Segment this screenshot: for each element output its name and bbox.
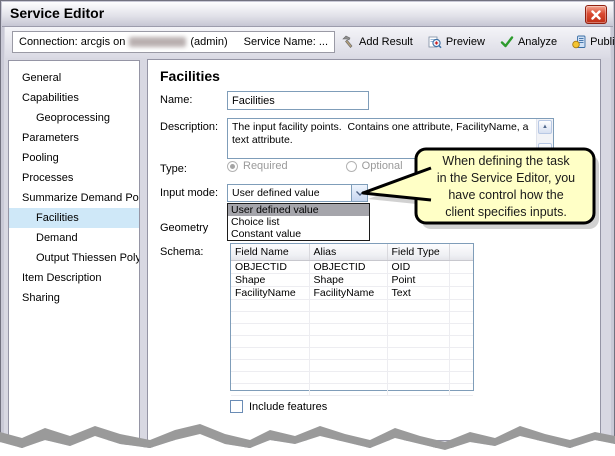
- magnifier-plus-icon: [428, 35, 442, 49]
- schema-col-field-name[interactable]: Field Name: [231, 244, 309, 260]
- description-textarea[interactable]: The input facility points. Contains one …: [227, 118, 554, 159]
- schema-table: Field Name Alias Field Type OBJECTID OBJ…: [230, 243, 474, 391]
- table-row-empty: [231, 347, 473, 359]
- close-icon: [591, 10, 601, 20]
- radio-required[interactable]: Required: [227, 160, 288, 172]
- cell-field-type: OID: [387, 260, 449, 273]
- publish-icon: [572, 35, 586, 49]
- table-row[interactable]: FacilityName FacilityName Text: [231, 286, 473, 299]
- connection-suffix: (admin): [190, 36, 227, 48]
- radio-optional-icon: [346, 161, 357, 172]
- hammer-icon: [341, 35, 355, 49]
- scroll-down-button[interactable]: ▼: [538, 143, 552, 157]
- sidebar-item-parameters[interactable]: Parameters: [9, 128, 139, 148]
- radio-optional-label: Optional: [362, 160, 403, 172]
- screenshot-stage: Service Editor Connection: arcgis on (ad…: [0, 0, 615, 456]
- schema-col-extra: [449, 244, 473, 260]
- schema-field-label: Schema:: [160, 246, 203, 258]
- table-row-empty: [231, 359, 473, 371]
- input-mode-dropdown-list: User defined value Choice list Constant …: [227, 203, 370, 241]
- add-result-label: Add Result: [359, 36, 413, 48]
- sidebar-item-sharing[interactable]: Sharing: [9, 288, 139, 308]
- include-features-row: Include features: [230, 400, 327, 413]
- dropdown-option-user-defined-value[interactable]: User defined value: [228, 204, 369, 216]
- sidebar-item-general[interactable]: General: [9, 68, 139, 88]
- cell-field-type: Text: [387, 286, 449, 299]
- radio-required-icon: [227, 161, 238, 172]
- title-bar: Service Editor: [2, 2, 613, 27]
- sidebar-item-output-thiessen-polygons[interactable]: Output Thiessen Polygons: [9, 248, 139, 268]
- sidebar-item-capabilities[interactable]: Capabilities: [9, 88, 139, 108]
- input-mode-value: User defined value: [232, 187, 320, 199]
- green-check-icon: [500, 36, 514, 48]
- table-row-empty: [231, 323, 473, 335]
- cell-alias: Shape: [309, 273, 387, 286]
- cell-field-name: FacilityName: [231, 286, 309, 299]
- sidebar-item-summarize-demand-points[interactable]: Summarize Demand Points By: [9, 188, 139, 208]
- toolbar-buttons: Add Result Preview: [341, 31, 606, 53]
- table-row-empty: [231, 383, 473, 395]
- include-features-label: Include features: [249, 401, 327, 413]
- cell-field-name: OBJECTID: [231, 260, 309, 273]
- table-row-empty: [231, 335, 473, 347]
- schema-col-field-type[interactable]: Field Type: [387, 244, 449, 260]
- service-editor-window: Service Editor Connection: arcgis on (ad…: [0, 0, 615, 448]
- type-field-label: Type:: [160, 163, 187, 175]
- radio-optional[interactable]: Optional: [346, 160, 403, 172]
- analyze-label: Analyze: [518, 36, 557, 48]
- scroll-up-button[interactable]: ▲: [538, 120, 552, 134]
- window-title: Service Editor: [10, 5, 104, 21]
- table-row-empty: [231, 371, 473, 383]
- name-field-label: Name:: [160, 94, 192, 106]
- sidebar-item-geoprocessing[interactable]: Geoprocessing: [9, 108, 139, 128]
- analyze-button[interactable]: Analyze: [500, 36, 557, 48]
- table-row-empty: [231, 299, 473, 311]
- description-text: The input facility points. Contains one …: [232, 121, 534, 156]
- connection-label: Connection: arcgis on: [19, 36, 125, 48]
- radio-required-label: Required: [243, 160, 288, 172]
- sidebar-item-pooling[interactable]: Pooling: [9, 148, 139, 168]
- connection-info-box: Connection: arcgis on (admin) Service Na…: [12, 31, 335, 53]
- cell-alias: FacilityName: [309, 286, 387, 299]
- sidebar-item-processes[interactable]: Processes: [9, 168, 139, 188]
- publish-button[interactable]: Publish: [572, 35, 615, 49]
- table-row[interactable]: OBJECTID OBJECTID OID: [231, 260, 473, 273]
- redacted-server-name: [129, 37, 186, 47]
- input-mode-select[interactable]: User defined value: [227, 184, 368, 202]
- dropdown-button[interactable]: [351, 185, 367, 201]
- sidebar-item-item-description[interactable]: Item Description: [9, 268, 139, 288]
- dropdown-option-choice-list[interactable]: Choice list: [228, 216, 369, 228]
- sidebar-item-demand[interactable]: Demand: [9, 228, 139, 248]
- table-row-empty: [231, 311, 473, 323]
- description-field-label: Description:: [160, 121, 218, 133]
- input-mode-field-label: Input mode:: [160, 187, 218, 199]
- dropdown-option-constant-value[interactable]: Constant value: [228, 228, 369, 240]
- toolbar: Connection: arcgis on (admin) Service Na…: [5, 27, 610, 58]
- chevron-down-icon: [356, 191, 364, 196]
- publish-label: Publish: [590, 36, 615, 48]
- include-features-checkbox[interactable]: [230, 400, 243, 413]
- preview-button[interactable]: Preview: [428, 35, 485, 49]
- table-row[interactable]: Shape Shape Point: [231, 273, 473, 286]
- cell-field-type: Point: [387, 273, 449, 286]
- preview-label: Preview: [446, 36, 485, 48]
- name-input[interactable]: [227, 91, 369, 110]
- page-title: Facilities: [160, 68, 220, 84]
- sidebar-nav: General Capabilities Geoprocessing Param…: [8, 60, 140, 441]
- schema-col-alias[interactable]: Alias: [309, 244, 387, 260]
- add-result-button[interactable]: Add Result: [341, 35, 413, 49]
- description-scrollbar[interactable]: ▲ ▼: [536, 119, 553, 158]
- cell-alias: OBJECTID: [309, 260, 387, 273]
- close-button[interactable]: [585, 5, 607, 24]
- main-panel: Facilities Name: Description: The input …: [147, 59, 601, 441]
- geometry-field-label: Geometry: [160, 222, 208, 234]
- service-name-label: Service Name: ...: [244, 36, 328, 48]
- cell-field-name: Shape: [231, 273, 309, 286]
- schema-header-row: Field Name Alias Field Type: [231, 244, 473, 260]
- type-radio-group: Required Optional: [227, 160, 403, 172]
- sidebar-item-facilities[interactable]: Facilities: [9, 208, 139, 228]
